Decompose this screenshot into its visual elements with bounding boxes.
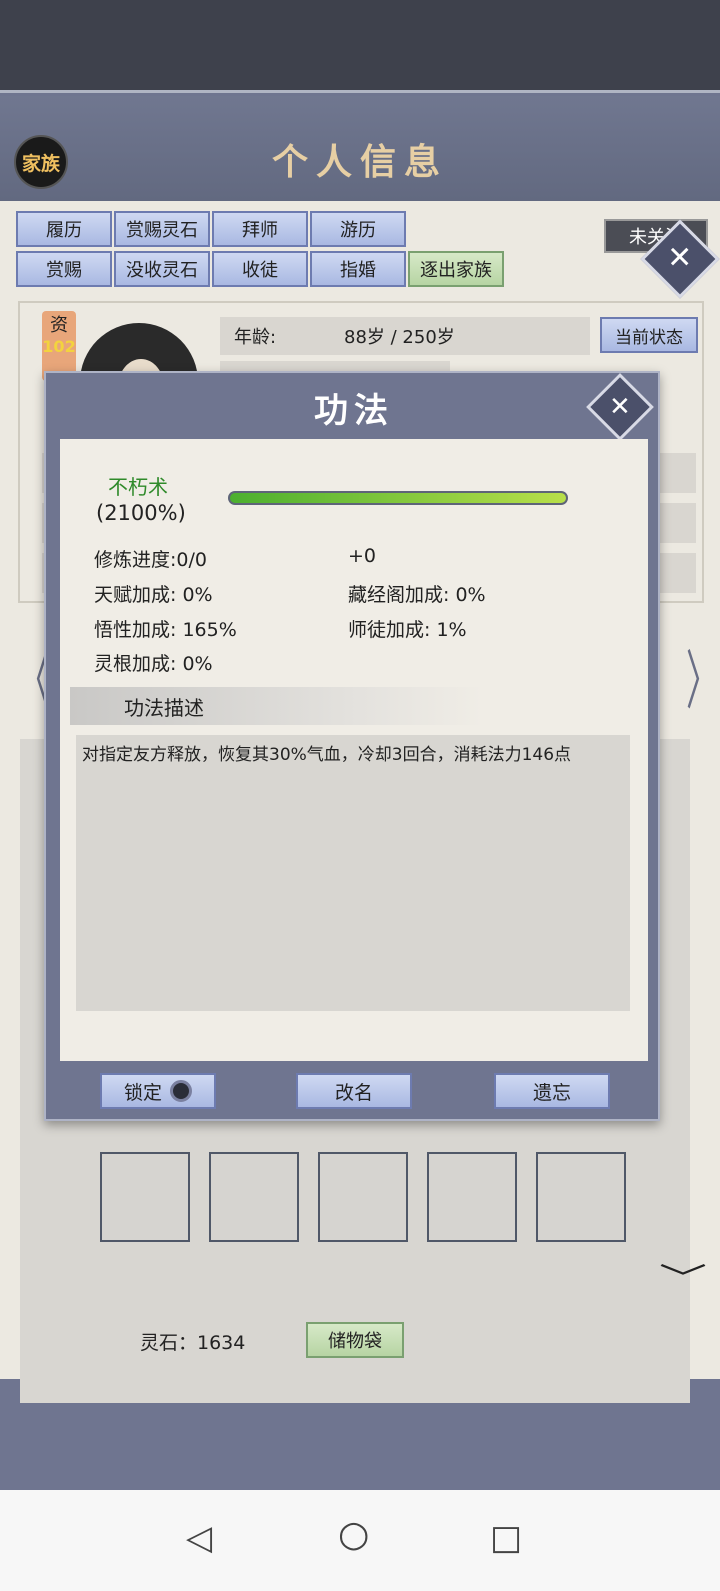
- stat-bonus: +0: [348, 545, 377, 567]
- lock-label: 锁定: [123, 1081, 162, 1104]
- description-header-label: 功法描述: [124, 695, 204, 720]
- tab-reward-stones[interactable]: 赏赐灵石: [114, 211, 210, 247]
- storage-bag-button[interactable]: 储物袋: [306, 1322, 404, 1358]
- back-icon[interactable]: ◁: [186, 1518, 212, 1558]
- forget-button[interactable]: 遗忘: [494, 1073, 610, 1109]
- skill-progress-bar: [228, 491, 568, 505]
- description-box: 对指定友方释放，恢复其30%气血，冷却3回合，消耗法力146点: [76, 735, 630, 1011]
- stat-library: 藏经阁加成: 0%: [348, 584, 486, 606]
- age-label: 年龄:: [234, 327, 277, 348]
- tab-expel-family[interactable]: 逐出家族: [408, 251, 504, 287]
- tab-arrange-marriage[interactable]: 指婚: [310, 251, 406, 287]
- lock-button[interactable]: 锁定: [100, 1073, 216, 1109]
- item-slot[interactable]: [536, 1152, 626, 1242]
- stat-spirit-root: 灵根加成: 0%: [94, 653, 213, 675]
- home-icon[interactable]: ○: [338, 1514, 369, 1555]
- tab-travel[interactable]: 游历: [310, 211, 406, 247]
- tab-confiscate-stones[interactable]: 没收灵石: [114, 251, 210, 287]
- tab-history[interactable]: 履历: [16, 211, 112, 247]
- stat-comprehension: 悟性加成: 165%: [94, 619, 237, 641]
- chevron-down-icon[interactable]: ﹀: [659, 1254, 707, 1298]
- stat-mentor: 师徒加成: 1%: [348, 619, 467, 641]
- recent-apps-icon[interactable]: □: [490, 1518, 522, 1558]
- hidden-row-6: [660, 553, 696, 593]
- skill-percent: (2100%): [96, 501, 186, 525]
- aptitude-value: 102: [42, 337, 76, 356]
- tab-become-disciple[interactable]: 拜师: [212, 211, 308, 247]
- hidden-row-4: [660, 453, 696, 493]
- item-slot[interactable]: [427, 1152, 517, 1242]
- item-slot[interactable]: [100, 1152, 190, 1242]
- aptitude-label: 资: [50, 315, 68, 336]
- tab-take-disciple[interactable]: 收徒: [212, 251, 308, 287]
- close-icon: ✕: [667, 240, 693, 276]
- hidden-row-5: [660, 503, 696, 543]
- item-slot[interactable]: [318, 1152, 408, 1242]
- stat-talent: 天赋加成: 0%: [94, 584, 213, 606]
- skill-progress-fill: [230, 493, 566, 503]
- tab-reward[interactable]: 赏赐: [16, 251, 112, 287]
- status-area: [0, 0, 720, 90]
- page-title: 个人信息: [271, 141, 448, 183]
- current-state-button[interactable]: 当前状态: [600, 317, 698, 353]
- stat-cultivation: 修炼进度:0/0: [94, 549, 207, 571]
- close-icon: ✕: [609, 391, 631, 422]
- lock-toggle-icon: [170, 1080, 192, 1102]
- age-row: 年龄: 88岁 / 250岁: [220, 317, 590, 355]
- rename-button[interactable]: 改名: [296, 1073, 412, 1109]
- next-arrow-icon[interactable]: 〉: [686, 630, 718, 722]
- system-nav-bar: ◁ ○ □: [0, 1490, 720, 1591]
- skill-dialog: 功法 ✕ 不朽术 (2100%) 修炼进度:0/0 +0 天赋加成: 0% 藏经…: [44, 371, 660, 1121]
- description-header: 功法描述: [70, 687, 484, 725]
- spirit-stones-label: 灵石：1634: [140, 1332, 246, 1354]
- skill-name: 不朽术: [108, 475, 168, 499]
- dialog-body: 不朽术 (2100%) 修炼进度:0/0 +0 天赋加成: 0% 藏经阁加成: …: [60, 439, 648, 1061]
- age-value: 88岁 / 250岁: [344, 327, 455, 348]
- item-slot[interactable]: [209, 1152, 299, 1242]
- dialog-title: 功法: [314, 391, 394, 431]
